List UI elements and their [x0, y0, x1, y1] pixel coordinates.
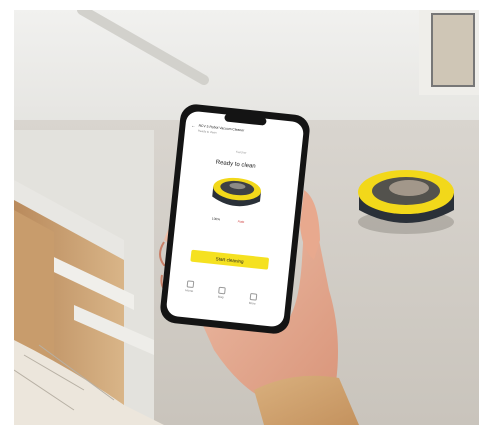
nav-map-label[interactable]: Map [212, 294, 230, 300]
brand-label: Karcher [235, 149, 247, 155]
home-icon[interactable] [186, 280, 195, 289]
back-arrow-icon[interactable]: ← [191, 123, 196, 128]
header-subtitle: Ready to clean [197, 128, 217, 135]
start-cleaning-button[interactable]: Start cleaning [190, 249, 270, 270]
battery-label: 100% [211, 216, 221, 222]
nav-home-label[interactable]: Home [180, 288, 198, 294]
more-icon[interactable] [249, 293, 258, 301]
photo: ← RCV 5 Robot Vacuum Cleaner Ready to cl… [14, 10, 479, 425]
robot-image [212, 177, 262, 207]
map-icon[interactable] [218, 286, 226, 295]
phone-screen: ← RCV 5 Robot Vacuum Cleaner Ready to cl… [14, 10, 479, 425]
status-text: Ready to clean [215, 159, 256, 170]
mode-label: Auto [237, 219, 245, 224]
nav-more-label[interactable]: More [243, 300, 261, 306]
